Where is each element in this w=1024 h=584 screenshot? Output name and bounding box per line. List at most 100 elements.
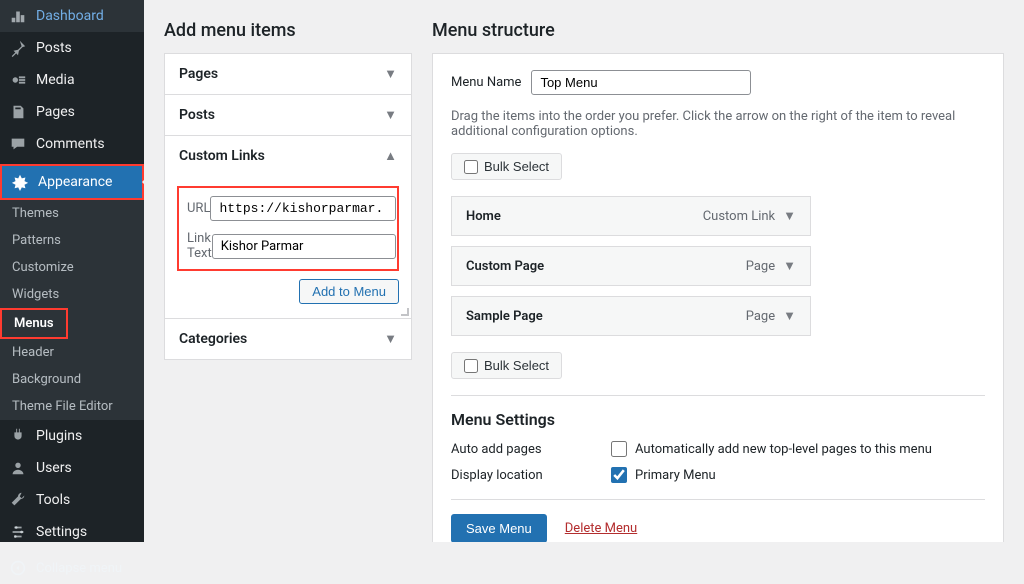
submenu-widgets[interactable]: Widgets: [0, 281, 144, 308]
sidebar-item-label: Media: [36, 72, 75, 88]
submenu-customize[interactable]: Customize: [0, 254, 144, 281]
sidebar-item-posts[interactable]: Posts: [0, 32, 144, 64]
bulk-select-button[interactable]: Bulk Select: [451, 352, 562, 379]
bulk-select-checkbox[interactable]: [464, 359, 478, 373]
accordion-label: Categories: [179, 331, 247, 347]
bulk-select-checkbox[interactable]: [464, 160, 478, 174]
sidebar-item-comments[interactable]: Comments: [0, 128, 144, 160]
display-text: Primary Menu: [635, 468, 716, 483]
auto-add-checkbox-label[interactable]: Automatically add new top-level pages to…: [611, 441, 932, 457]
menu-name-row: Menu Name: [451, 70, 985, 95]
url-input[interactable]: [210, 196, 396, 221]
menu-item-home[interactable]: Home Custom Link ▼: [451, 196, 811, 236]
accordion-label: Pages: [179, 66, 218, 82]
sidebar-item-label: Posts: [36, 40, 72, 56]
sidebar-item-label: Plugins: [36, 428, 82, 444]
main-content: Add menu items Pages ▼ Posts ▼ Custom Li…: [144, 0, 1024, 542]
dashboard-icon: [8, 7, 28, 25]
auto-add-text: Automatically add new top-level pages to…: [635, 442, 932, 457]
bulk-select-button[interactable]: Bulk Select: [451, 153, 562, 180]
chevron-down-icon[interactable]: ▼: [783, 308, 796, 324]
collapse-label: Collapse menu: [36, 561, 122, 576]
sidebar-item-dashboard[interactable]: Dashboard: [0, 0, 144, 32]
accordion-pages: Pages ▼: [165, 54, 411, 95]
chevron-down-icon: ▼: [384, 66, 397, 82]
menu-item-type: Page ▼: [746, 258, 796, 274]
link-text-label: Link Text: [187, 231, 212, 261]
link-text-input[interactable]: [212, 234, 396, 259]
url-label: URL: [187, 201, 210, 216]
menu-item-custom-page[interactable]: Custom Page Page ▼: [451, 246, 811, 286]
chevron-down-icon[interactable]: ▼: [783, 208, 796, 224]
sidebar-item-settings[interactable]: Settings: [0, 516, 144, 548]
submenu-menus[interactable]: Menus: [0, 308, 68, 339]
submenu-theme-file-editor[interactable]: Theme File Editor: [0, 393, 144, 420]
appearance-icon: [10, 173, 30, 191]
accordion-header-pages[interactable]: Pages ▼: [165, 54, 411, 94]
submenu-background[interactable]: Background: [0, 366, 144, 393]
add-menu-heading: Add menu items: [164, 20, 412, 41]
admin-sidebar: Dashboard Posts Media Pages Comments App…: [0, 0, 144, 542]
display-location-label: Display location: [451, 468, 611, 483]
sidebar-item-users[interactable]: Users: [0, 452, 144, 484]
menu-items-list: Home Custom Link ▼ Custom Page Page ▼ Sa…: [451, 196, 985, 336]
bulk-select-bottom: Bulk Select: [451, 352, 985, 379]
auto-add-checkbox[interactable]: [611, 441, 627, 457]
sidebar-item-label: Pages: [36, 104, 75, 120]
accordion-container: Pages ▼ Posts ▼ Custom Links ▲: [164, 53, 412, 360]
menu-item-sample-page[interactable]: Sample Page Page ▼: [451, 296, 811, 336]
accordion-header-posts[interactable]: Posts ▼: [165, 95, 411, 135]
pin-icon: [8, 39, 28, 57]
sidebar-item-label: Dashboard: [36, 8, 104, 24]
menu-item-type: Custom Link ▼: [703, 208, 796, 224]
add-menu-items-column: Add menu items Pages ▼ Posts ▼ Custom Li…: [164, 20, 412, 522]
settings-icon: [8, 523, 28, 541]
accordion-posts: Posts ▼: [165, 95, 411, 136]
submenu-header[interactable]: Header: [0, 339, 144, 366]
sidebar-item-label: Users: [36, 460, 72, 476]
accordion-label: Posts: [179, 107, 215, 123]
accordion-custom-links: Custom Links ▲ URL Link Text: [165, 136, 411, 319]
help-text: Drag the items into the order you prefer…: [451, 109, 985, 139]
sidebar-item-media[interactable]: Media: [0, 64, 144, 96]
menu-settings-heading: Menu Settings: [451, 410, 985, 429]
auto-add-label: Auto add pages: [451, 442, 611, 457]
collapse-icon: [8, 560, 28, 576]
bulk-select-top: Bulk Select: [451, 153, 985, 180]
users-icon: [8, 459, 28, 477]
bulk-select-label: Bulk Select: [484, 358, 549, 373]
structure-heading: Menu structure: [432, 20, 1004, 41]
sidebar-item-appearance[interactable]: Appearance: [0, 164, 144, 200]
sidebar-item-tools[interactable]: Tools: [0, 484, 144, 516]
menu-name-input[interactable]: [531, 70, 751, 95]
collapse-menu[interactable]: Collapse menu: [0, 552, 144, 584]
display-checkbox-label[interactable]: Primary Menu: [611, 467, 716, 483]
save-menu-button[interactable]: Save Menu: [451, 514, 547, 542]
accordion-header-custom-links[interactable]: Custom Links ▲: [165, 136, 411, 176]
add-to-menu-row: Add to Menu: [177, 279, 399, 304]
menu-item-title: Sample Page: [466, 309, 543, 324]
menu-structure-column: Menu structure Menu Name Drag the items …: [432, 20, 1004, 522]
chevron-down-icon: ▼: [384, 107, 397, 123]
submenu-patterns[interactable]: Patterns: [0, 227, 144, 254]
bulk-select-label: Bulk Select: [484, 159, 549, 174]
chevron-up-icon: ▲: [384, 148, 397, 164]
sidebar-item-pages[interactable]: Pages: [0, 96, 144, 128]
delete-menu-link[interactable]: Delete Menu: [565, 521, 637, 536]
menu-item-title: Home: [466, 209, 501, 224]
appearance-submenu: Themes Patterns Customize Widgets Menus …: [0, 200, 144, 420]
sidebar-item-plugins[interactable]: Plugins: [0, 420, 144, 452]
add-to-menu-button[interactable]: Add to Menu: [299, 279, 399, 304]
sidebar-item-label: Appearance: [38, 174, 112, 190]
custom-links-body: URL Link Text Add to Menu: [165, 176, 411, 318]
chevron-down-icon[interactable]: ▼: [783, 258, 796, 274]
resize-handle[interactable]: [399, 306, 409, 316]
menu-item-title: Custom Page: [466, 259, 544, 274]
media-icon: [8, 71, 28, 89]
accordion-categories: Categories ▼: [165, 319, 411, 359]
sidebar-item-label: Settings: [36, 524, 87, 540]
display-checkbox[interactable]: [611, 467, 627, 483]
submenu-themes[interactable]: Themes: [0, 200, 144, 227]
accordion-header-categories[interactable]: Categories ▼: [165, 319, 411, 359]
plugins-icon: [8, 427, 28, 445]
